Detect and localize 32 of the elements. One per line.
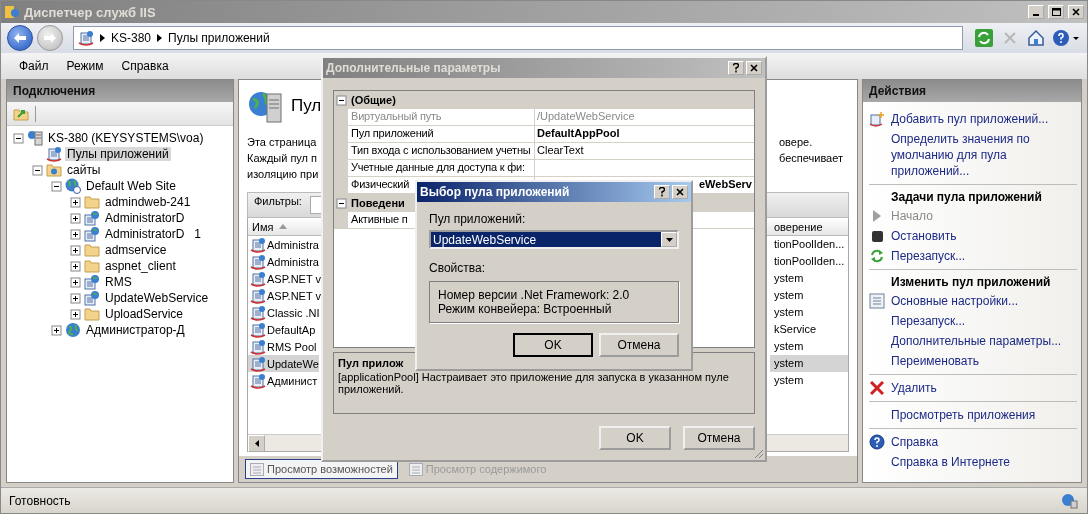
table-cell: ystem	[770, 355, 848, 372]
table-cell-text: ystem	[773, 305, 805, 320]
section-heading: Задачи пула приложений	[890, 189, 1043, 206]
description-title: Пул прилож	[338, 357, 404, 369]
dialog-title: Дополнительные параметры	[326, 61, 502, 75]
section-heading: Изменить пул приложений	[890, 274, 1052, 291]
dialog-title: Выбор пула приложений	[420, 185, 571, 199]
panel-header: Действия	[863, 80, 1081, 102]
filter-label: Фильтры:	[254, 194, 302, 209]
intro-text: изоляцию при	[247, 167, 319, 182]
property-text: Номер версии .Net Framework: 2.0	[438, 288, 630, 302]
field-label: Свойства:	[429, 261, 486, 275]
category-label: (Общие)	[350, 94, 396, 106]
category-label: Поведени	[350, 197, 405, 209]
table-cell-text: ystem	[773, 339, 805, 354]
table-cell-text: tionPoolIden...	[773, 254, 846, 269]
panel-header: Подключения	[7, 80, 233, 102]
table-cell-text: tionPoolIden...	[773, 237, 846, 252]
window-title: Диспетчер служб IIS	[24, 4, 157, 20]
intro-text: Каждый пул п	[247, 151, 318, 166]
status-text: Готовность	[9, 493, 71, 508]
intro-text: Эта страница	[247, 135, 317, 150]
table-cell-text: kService	[773, 322, 818, 337]
description-text: [applicationPool] Настраивает это приложение для запуска в указанном пуле приложений.	[338, 371, 730, 395]
field-label: Пул приложений:	[429, 212, 526, 226]
table-cell-text: ystem	[773, 373, 805, 388]
property-text: Режим конвейера: Встроенный	[438, 302, 612, 316]
table-cell-text: ystem	[773, 271, 805, 286]
intro-text: беспечивает	[779, 151, 843, 166]
intro-text: овере.	[779, 135, 813, 150]
page-title: Пул	[291, 96, 322, 116]
table-cell-text: ystem	[773, 288, 805, 303]
